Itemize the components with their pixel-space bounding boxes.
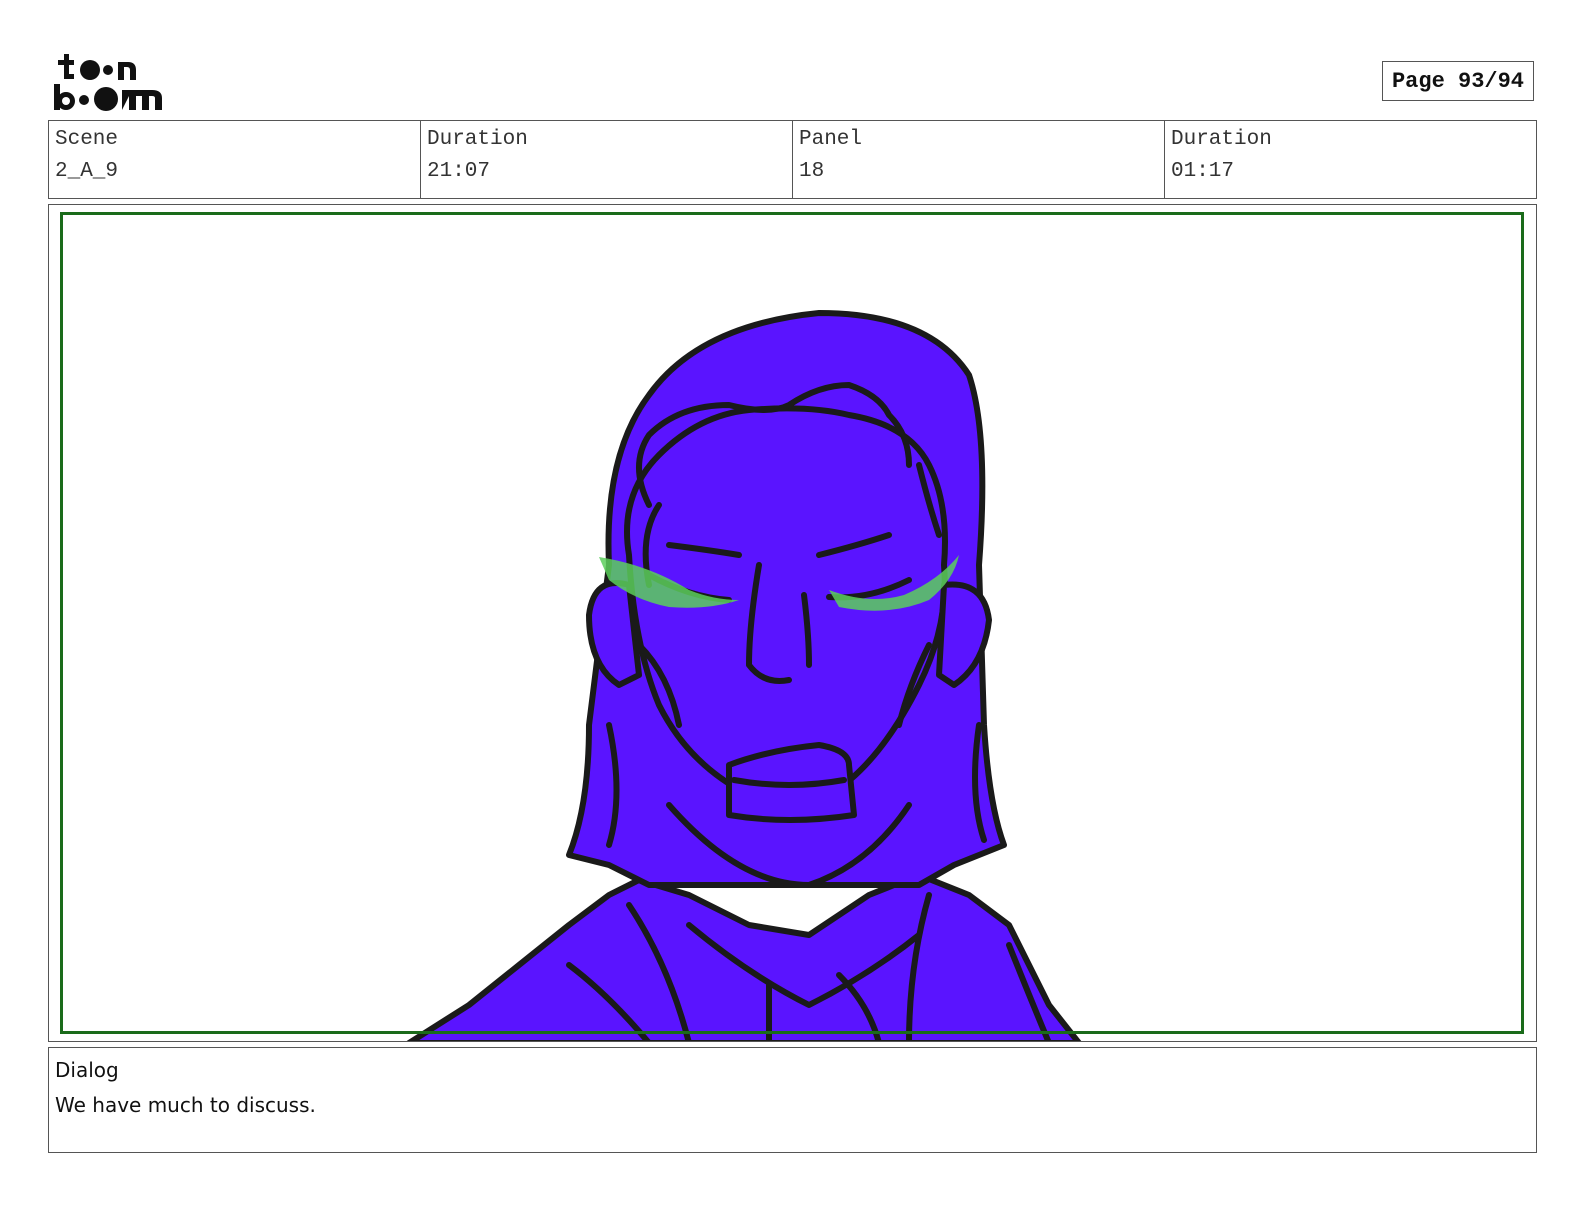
panel-cell: Panel 18 (793, 121, 1165, 198)
dialog-text: We have much to discuss. (55, 1093, 316, 1117)
scene-duration-cell: Duration 21:07 (421, 121, 793, 198)
scene-duration-label: Duration (427, 128, 528, 151)
scene-label: Scene (55, 128, 119, 151)
panel-duration-label: Duration (1171, 128, 1272, 151)
dialog-label: Dialog (55, 1058, 119, 1082)
panel-image-frame (48, 204, 1537, 1042)
panel-duration-value: 01:17 (1171, 160, 1235, 183)
scene-duration-value: 21:07 (427, 160, 491, 183)
panel-duration-cell: Duration 01:17 (1165, 121, 1536, 198)
panel-value: 18 (799, 160, 825, 183)
page-number: Page 93/94 (1382, 61, 1534, 101)
toon-boom-logo (52, 50, 172, 114)
scene-value: 2_A_9 (55, 160, 119, 183)
info-table: Scene 2_A_9 Duration 21:07 Panel 18 Dura… (48, 120, 1537, 199)
dialog-box: Dialog We have much to discuss. (48, 1047, 1537, 1153)
scene-cell: Scene 2_A_9 (49, 121, 421, 198)
safe-area-frame (60, 212, 1524, 1034)
panel-label: Panel (799, 128, 863, 151)
